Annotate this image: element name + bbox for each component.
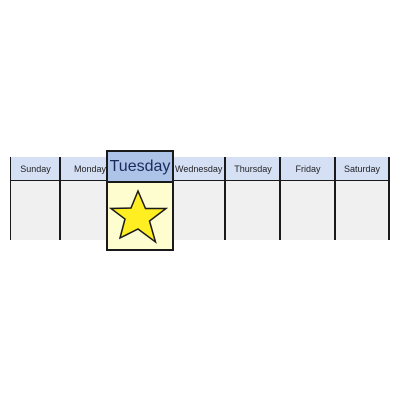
day-monday: Monday [61,157,107,240]
day-cell-sunday [11,181,60,240]
day-header-wednesday: Wednesday [174,157,225,181]
day-cell-saturday [336,181,388,240]
day-header-tuesday: Tuesday [108,152,172,183]
day-wednesday: Wednesday [174,157,225,240]
day-header-thursday: Thursday [226,157,280,181]
day-cell-monday [61,181,107,240]
day-header-sunday: Sunday [11,157,60,181]
day-thursday: Thursday [226,157,280,240]
day-saturday: Saturday [336,157,388,240]
day-friday: Friday [281,157,335,240]
day-header-monday: Monday [61,157,107,181]
day-sunday: Sunday [11,157,60,240]
star-icon [108,189,169,244]
day-header-saturday: Saturday [336,157,388,181]
day-header-friday: Friday [281,157,335,181]
day-cell-wednesday [174,181,225,240]
day-cell-friday [281,181,335,240]
day-cell-thursday [226,181,280,240]
